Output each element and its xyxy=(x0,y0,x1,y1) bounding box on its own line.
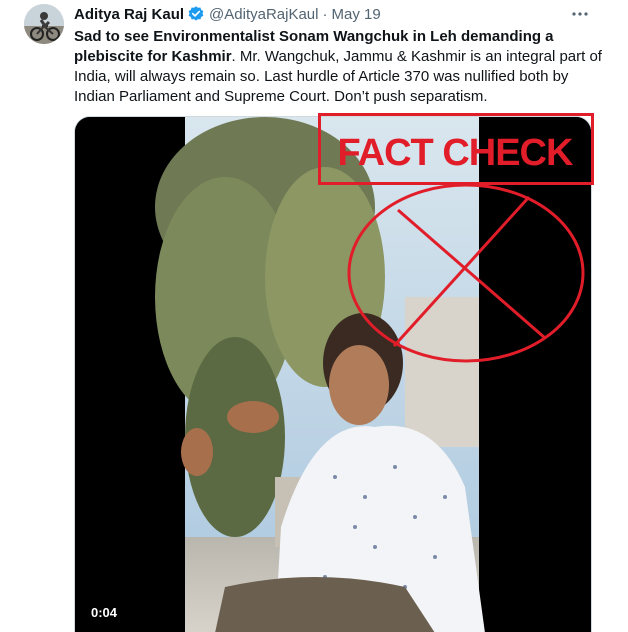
video-duration: 0:04 xyxy=(85,603,124,622)
video-thumbnail xyxy=(75,117,591,632)
avatar-image xyxy=(24,4,64,44)
fact-check-label: FACT CHECK xyxy=(337,132,574,174)
avatar[interactable] xyxy=(24,4,64,44)
display-name[interactable]: Aditya Raj Kaul xyxy=(74,6,184,23)
separator-dot: · xyxy=(322,5,328,23)
tweet-header: Aditya Raj Kaul @AdityaRajKaul · May 19 xyxy=(74,4,381,24)
verified-badge-icon xyxy=(187,5,205,23)
tweet-text: Sad to see Environmentalist Sonam Wangch… xyxy=(74,27,604,107)
video-player[interactable]: 0:04 xyxy=(74,116,592,632)
more-icon[interactable] xyxy=(570,4,590,24)
tweet[interactable]: Aditya Raj Kaul @AdityaRajKaul · May 19 … xyxy=(0,0,628,632)
tweet-date[interactable]: May 19 xyxy=(331,6,380,23)
handle[interactable]: @AdityaRajKaul xyxy=(209,6,318,23)
